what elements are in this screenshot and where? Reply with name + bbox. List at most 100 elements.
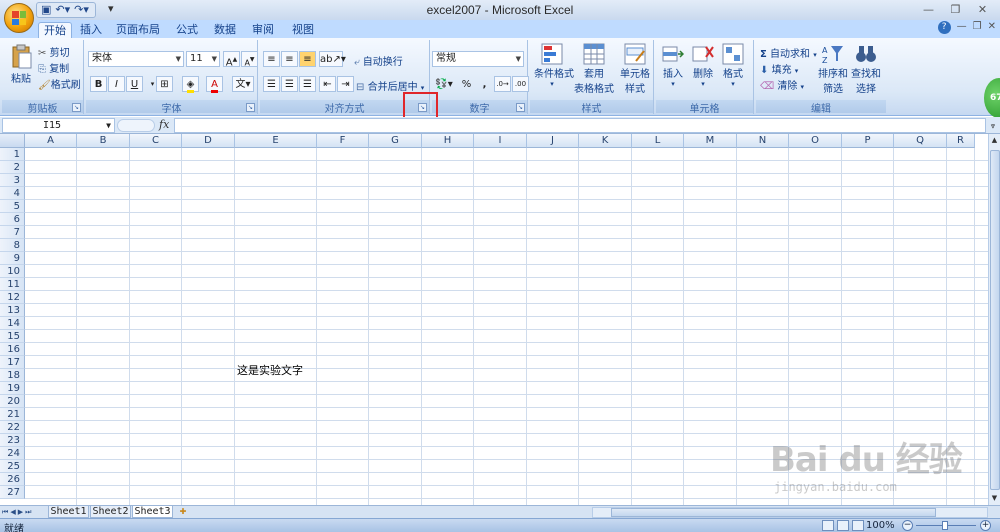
row-header-23[interactable]: 23 [0,434,25,447]
tab-formulas[interactable]: 公式 [172,22,202,38]
tab-insert[interactable]: 插入 [76,22,106,38]
grow-font-button[interactable]: A▲ [223,51,240,68]
sheet-tab-2[interactable]: Sheet2 [90,506,131,518]
row-header-20[interactable]: 20 [0,395,25,408]
comma-button[interactable]: , [476,76,493,92]
formula-input[interactable] [174,118,986,133]
decrease-decimal-button[interactable]: .00 [512,76,529,92]
increase-indent-button[interactable]: ⇥ [337,76,354,92]
row-header-16[interactable]: 16 [0,343,25,356]
insert-function-button[interactable]: fx [159,118,169,131]
tab-review[interactable]: 审阅 [248,22,278,38]
fill-button[interactable]: ⬇ 填充 ▾ [760,61,798,76]
row-header-11[interactable]: 11 [0,278,25,291]
column-header-f[interactable]: F [317,134,369,148]
expand-formula-icon[interactable]: ⩔ [988,118,998,133]
column-header-q[interactable]: Q [894,134,947,148]
row-header-13[interactable]: 13 [0,304,25,317]
column-header-i[interactable]: I [474,134,527,148]
ribbon-restore-button[interactable]: ❐ [973,21,982,34]
font-name-combo[interactable]: 宋体 ▼ [88,51,184,67]
first-sheet-icon[interactable]: ⏮ [2,506,8,518]
cell-styles-button[interactable]: 单元格 样式 [618,43,652,95]
insert-cells-button[interactable]: 插入 ▾ [660,43,686,88]
percent-button[interactable]: % [458,76,475,92]
row-header-17[interactable]: 17 [0,356,25,369]
sort-filter-button[interactable]: A Z 排序和 筛选 [818,43,848,95]
normal-view-icon[interactable] [822,520,834,531]
row-header-9[interactable]: 9 [0,252,25,265]
zoom-slider-knob[interactable] [942,521,948,530]
next-sheet-icon[interactable]: ▶ [18,506,23,518]
close-button[interactable]: ✕ [969,1,996,18]
column-header-d[interactable]: D [182,134,235,148]
decrease-indent-button[interactable]: ⇤ [319,76,336,92]
autosum-button[interactable]: Σ 自动求和 ▾ [760,45,817,60]
row-header-6[interactable]: 6 [0,213,25,226]
horizontal-scroll-thumb[interactable] [611,508,936,517]
clipboard-launcher-icon[interactable]: ↘ [72,103,81,112]
scroll-down-icon[interactable]: ▼ [989,492,1000,505]
scroll-up-icon[interactable]: ▲ [989,134,1000,147]
row-header-1[interactable]: 1 [0,148,25,161]
fill-color-button[interactable]: ◈ [182,76,199,93]
align-bottom-button[interactable]: ≡ [299,51,316,67]
align-left-button[interactable]: ☰ [263,76,280,92]
column-header-h[interactable]: H [422,134,474,148]
row-header-24[interactable]: 24 [0,447,25,460]
column-header-p[interactable]: P [842,134,894,148]
row-header-2[interactable]: 2 [0,161,25,174]
column-header-a[interactable]: A [25,134,77,148]
paste-button[interactable]: 粘贴 [8,44,34,88]
row-header-25[interactable]: 25 [0,460,25,473]
vertical-scroll-thumb[interactable] [990,150,1000,490]
select-all-corner[interactable] [0,134,25,148]
align-middle-button[interactable]: ≡ [281,51,298,67]
column-header-b[interactable]: B [77,134,130,148]
find-select-button[interactable]: 查找和 选择 [850,43,882,95]
tab-home[interactable]: 开始 [38,22,72,38]
column-header-o[interactable]: O [789,134,842,148]
office-button[interactable] [4,3,34,33]
column-header-g[interactable]: G [369,134,422,148]
accounting-format-button[interactable]: 💱▾ [432,76,456,92]
align-center-button[interactable]: ☰ [281,76,298,92]
increase-decimal-button[interactable]: .0→ [494,76,511,92]
name-box[interactable]: I15 ▼ [2,118,115,133]
format-as-table-button[interactable]: 套用 表格格式 [574,43,614,95]
row-header-19[interactable]: 19 [0,382,25,395]
last-sheet-icon[interactable]: ⏭ [25,506,31,518]
vertical-scrollbar[interactable]: ▲ ▼ [988,134,1000,505]
italic-button[interactable]: I [108,76,125,92]
tab-view[interactable]: 视图 [288,22,318,38]
minimize-button[interactable]: — [915,1,942,18]
format-cells-button[interactable]: 格式 ▾ [720,43,746,88]
borders-button[interactable]: ⊞ [156,76,173,92]
page-layout-view-icon[interactable] [837,520,849,531]
row-header-5[interactable]: 5 [0,200,25,213]
horizontal-scrollbar[interactable] [592,507,988,518]
column-header-r[interactable]: R [947,134,975,148]
cell-e7[interactable]: 这是实验文字 [237,362,303,378]
tab-page-layout[interactable]: 页面布局 [116,22,160,38]
ribbon-close-button[interactable]: ✕ [988,21,996,34]
restore-button[interactable]: ❐ [942,1,969,18]
row-header-12[interactable]: 12 [0,291,25,304]
row-header-3[interactable]: 3 [0,174,25,187]
font-color-button[interactable]: A [206,76,223,93]
sheet-tab-1[interactable]: Sheet1 [48,506,89,518]
align-right-button[interactable]: ☰ [299,76,316,92]
column-header-e[interactable]: E [235,134,317,148]
column-header-n[interactable]: N [737,134,789,148]
row-header-14[interactable]: 14 [0,317,25,330]
prev-sheet-icon[interactable]: ◀ [10,506,15,518]
conditional-format-button[interactable]: 条件格式 ▾ [534,43,574,88]
column-header-l[interactable]: L [632,134,684,148]
row-header-15[interactable]: 15 [0,330,25,343]
font-size-combo[interactable]: 11 ▼ [186,51,220,67]
row-header-4[interactable]: 4 [0,187,25,200]
copy-button[interactable]: ⎘ 复制 [38,60,69,75]
align-top-button[interactable]: ≡ [263,51,280,67]
column-header-k[interactable]: K [579,134,632,148]
row-header-7[interactable]: 7 [0,226,25,239]
